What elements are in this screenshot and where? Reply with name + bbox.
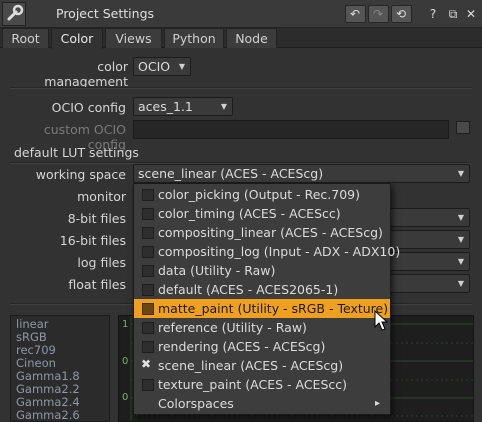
working-space-dropdown-menu: color_picking (Output - Rec.709) color_t… xyxy=(133,183,400,415)
tab-node[interactable]: Node xyxy=(226,28,277,48)
graph-y-mid-label: 0 xyxy=(122,356,129,367)
chevron-down-icon: ▼ xyxy=(457,235,464,244)
menu-item[interactable]: data (Utility - Raw) xyxy=(134,261,390,280)
menu-item-label: texture_paint (ACES - ACEScc) xyxy=(158,377,348,392)
working-space-select[interactable]: scene_linear (ACES - ACEScg) ▼ xyxy=(133,164,470,183)
8bit-files-label: 8-bit files xyxy=(67,211,126,226)
menu-item[interactable]: compositing_linear (ACES - ACEScg) xyxy=(134,223,390,242)
default-lut-settings-label: default LUT settings xyxy=(14,145,139,160)
menu-item-label: color_picking (Output - Rec.709) xyxy=(158,187,361,202)
checkbox-icon xyxy=(142,265,154,277)
menu-item-label: matte_paint (Utility - sRGB - Texture) xyxy=(158,301,389,316)
list-item[interactable]: sRGB xyxy=(16,330,47,344)
tab-python[interactable]: Python xyxy=(164,28,224,48)
ocio-config-value: aces_1.1 xyxy=(138,99,193,114)
menu-item-label: reference (Utility - Raw) xyxy=(158,320,307,335)
list-item[interactable]: Cineon xyxy=(16,356,56,370)
chevron-down-icon: ▼ xyxy=(457,213,464,222)
lut-curve-list[interactable]: linear sRGB rec709 Cineon Gamma1.8 Gamma… xyxy=(10,315,110,422)
tab-root[interactable]: Root xyxy=(2,28,49,48)
list-item[interactable]: linear xyxy=(16,317,49,331)
menu-item[interactable]: color_timing (ACES - ACEScc) xyxy=(134,204,390,223)
menu-item-label: default (ACES - ACES2065-1) xyxy=(158,282,339,297)
menu-item[interactable]: color_picking (Output - Rec.709) xyxy=(134,185,390,204)
menu-item[interactable]: texture_paint (ACES - ACEScc) xyxy=(134,375,390,394)
menu-item-label: compositing_linear (ACES - ACEScg) xyxy=(158,225,383,240)
title-bar: Project Settings ↶ ↷ ⟲ ? ⧉ ✕ xyxy=(0,0,482,28)
menu-item-label: color_timing (ACES - ACEScc) xyxy=(158,206,341,221)
menu-item-label: data (Utility - Raw) xyxy=(158,263,276,278)
list-item[interactable]: Gamma1.8 xyxy=(16,369,80,383)
ocio-config-select[interactable]: aces_1.1 ▼ xyxy=(133,97,233,116)
custom-ocio-config-field[interactable] xyxy=(133,120,449,139)
color-management-select[interactable]: OCIO ▼ xyxy=(133,57,191,76)
divider xyxy=(10,87,472,89)
window-title: Project Settings xyxy=(56,6,155,21)
float-panel-icon[interactable]: ⧉ xyxy=(444,5,462,23)
checkbox-icon xyxy=(142,322,154,334)
menu-item-colorspaces[interactable]: Colorspaces ▸ xyxy=(134,394,390,413)
tab-views[interactable]: Views xyxy=(105,28,162,48)
graph-y-top-label: 1 xyxy=(122,319,129,330)
mouse-cursor-icon xyxy=(374,310,389,331)
working-space-value: scene_linear (ACES - ACEScg) xyxy=(138,166,324,181)
graph-y-bottom-label: 0 xyxy=(122,392,129,403)
menu-item[interactable]: rendering (ACES - ACEScg) xyxy=(134,337,390,356)
menu-item-label: compositing_log (Input - ADX - ADX10) xyxy=(158,244,401,259)
working-space-label: working space xyxy=(35,167,126,182)
help-icon[interactable]: ? xyxy=(424,5,442,23)
color-management-value: OCIO xyxy=(138,59,171,74)
checkbox-icon xyxy=(142,227,154,239)
checkbox-icon xyxy=(142,208,154,220)
menu-item-highlighted[interactable]: matte_paint (Utility - sRGB - Texture) xyxy=(134,299,390,318)
chevron-down-icon: ▼ xyxy=(220,102,227,111)
wrench-icon[interactable] xyxy=(2,2,26,26)
checkbox-icon xyxy=(142,284,154,296)
checkbox-icon xyxy=(142,303,154,315)
menu-item[interactable]: default (ACES - ACES2065-1) xyxy=(134,280,390,299)
revert-icon: ⟲ xyxy=(395,7,407,21)
float-files-label: float files xyxy=(68,277,126,292)
list-item[interactable]: rec709 xyxy=(16,343,56,357)
tab-color[interactable]: Color xyxy=(51,28,103,49)
list-item[interactable]: Gamma2.4 xyxy=(16,395,80,409)
undo-icon: ↶ xyxy=(349,7,361,21)
color-management-label: color management xyxy=(44,59,128,89)
8bit-files-select[interactable]: ▼ xyxy=(380,208,470,227)
folder-icon[interactable] xyxy=(456,121,470,134)
menu-item-label: rendering (ACES - ACEScg) xyxy=(158,339,326,354)
log-files-label: log files xyxy=(77,255,126,270)
chevron-down-icon: ▼ xyxy=(457,169,464,178)
tab-bar: Root Color Views Python Node xyxy=(0,28,482,49)
16bit-files-label: 16-bit files xyxy=(59,233,126,248)
list-item[interactable]: Gamma2.6 xyxy=(16,408,80,422)
chevron-right-icon: ▸ xyxy=(374,398,380,409)
menu-item-label: Colorspaces xyxy=(158,396,234,411)
checkbox-icon xyxy=(142,341,154,353)
checkbox-icon xyxy=(142,189,154,201)
menu-item[interactable]: reference (Utility - Raw) xyxy=(134,318,390,337)
menu-item-label: scene_linear (ACES - ACEScg) xyxy=(158,358,344,373)
close-icon[interactable]: ✕ xyxy=(462,5,480,23)
monitor-label: monitor xyxy=(77,189,126,204)
redo-icon: ↷ xyxy=(372,7,384,21)
ocio-config-label: OCIO config xyxy=(51,100,126,115)
chevron-down-icon: ▼ xyxy=(178,62,185,71)
chevron-down-icon: ▼ xyxy=(457,279,464,288)
checkbox-icon xyxy=(142,246,154,258)
menu-item[interactable]: ✖ scene_linear (ACES - ACEScg) xyxy=(134,356,390,375)
menu-item[interactable]: compositing_log (Input - ADX - ADX10) xyxy=(134,242,400,261)
float-files-select[interactable]: ▼ xyxy=(380,274,470,293)
checkbox-icon xyxy=(142,379,154,391)
checkmark-icon: ✖ xyxy=(141,357,152,371)
chevron-down-icon: ▼ xyxy=(457,257,464,266)
list-item[interactable]: Gamma2.2 xyxy=(16,382,80,396)
